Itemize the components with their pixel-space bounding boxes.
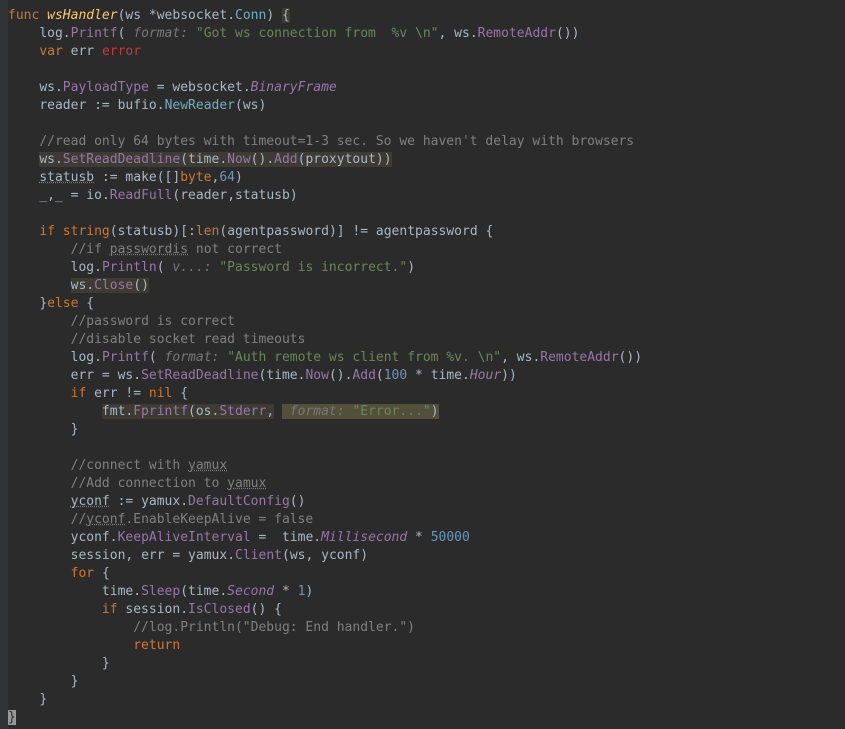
code-line: //Add connection to yamux: [8, 476, 266, 491]
code-line: }: [8, 710, 16, 725]
code-line: //read only 64 bytes with timeout=1-3 se…: [8, 134, 634, 149]
code-line: session, err = yamux.Client(ws, yconf): [8, 548, 368, 563]
code-line: }: [8, 692, 47, 707]
code-line: if err != nil {: [8, 386, 188, 401]
code-line: log.Printf( format: "Got ws connection f…: [8, 26, 579, 41]
code-line: reader := bufio.NewReader(ws): [8, 98, 266, 113]
func-name: wsHandler: [47, 8, 117, 23]
code-line: err = ws.SetReadDeadline(time.Now().Add(…: [8, 368, 517, 383]
code-line: }: [8, 674, 78, 689]
code-line: yconf.KeepAliveInterval = time.Milliseco…: [8, 530, 470, 545]
keyword: func: [8, 8, 47, 23]
code-line: if session.IsClosed() {: [8, 602, 282, 617]
code-line: for {: [8, 566, 110, 581]
code-line: log.Printf( format: "Auth remote ws clie…: [8, 350, 642, 365]
code-line: //log.Println("Debug: End handler."): [8, 620, 415, 635]
code-line: fmt.Fprintf(os.Stderr, format: "Error...…: [8, 404, 439, 419]
code-line: log.Println( v...: "Password is incorrec…: [8, 260, 415, 275]
code-line: return: [8, 638, 180, 653]
code-line: }: [8, 656, 110, 671]
code-line: ws.Close(): [8, 278, 149, 293]
code-line: //if passwordis not correct: [8, 242, 282, 257]
code-line: ws.SetReadDeadline(time.Now().Add(proxyt…: [8, 152, 392, 167]
code-line: ws.PayloadType = websocket.BinaryFrame: [8, 80, 337, 95]
code-line: //connect with yamux: [8, 458, 227, 473]
code-line: if string(statusb)[:len(agentpassword)] …: [8, 224, 493, 239]
code-line: time.Sleep(time.Second * 1): [8, 584, 313, 599]
code-line: statusb := make([]byte,64): [8, 170, 243, 185]
code-line: func wsHandler(ws *websocket.Conn) {: [8, 8, 290, 23]
code-line: _,_ = io.ReadFull(reader,statusb): [8, 188, 298, 203]
code-line: }else {: [8, 296, 94, 311]
code-line: yconf := yamux.DefaultConfig(): [8, 494, 305, 509]
code-line: //disable socket read timeouts: [8, 332, 305, 347]
code-line: //yconf.EnableKeepAlive = false: [8, 512, 313, 527]
code-editor[interactable]: func wsHandler(ws *websocket.Conn) { log…: [8, 7, 642, 727]
code-line: var err error: [8, 44, 141, 59]
code-line: //password is correct: [8, 314, 235, 329]
editor-gutter: [0, 0, 8, 729]
code-line: }: [8, 422, 78, 437]
